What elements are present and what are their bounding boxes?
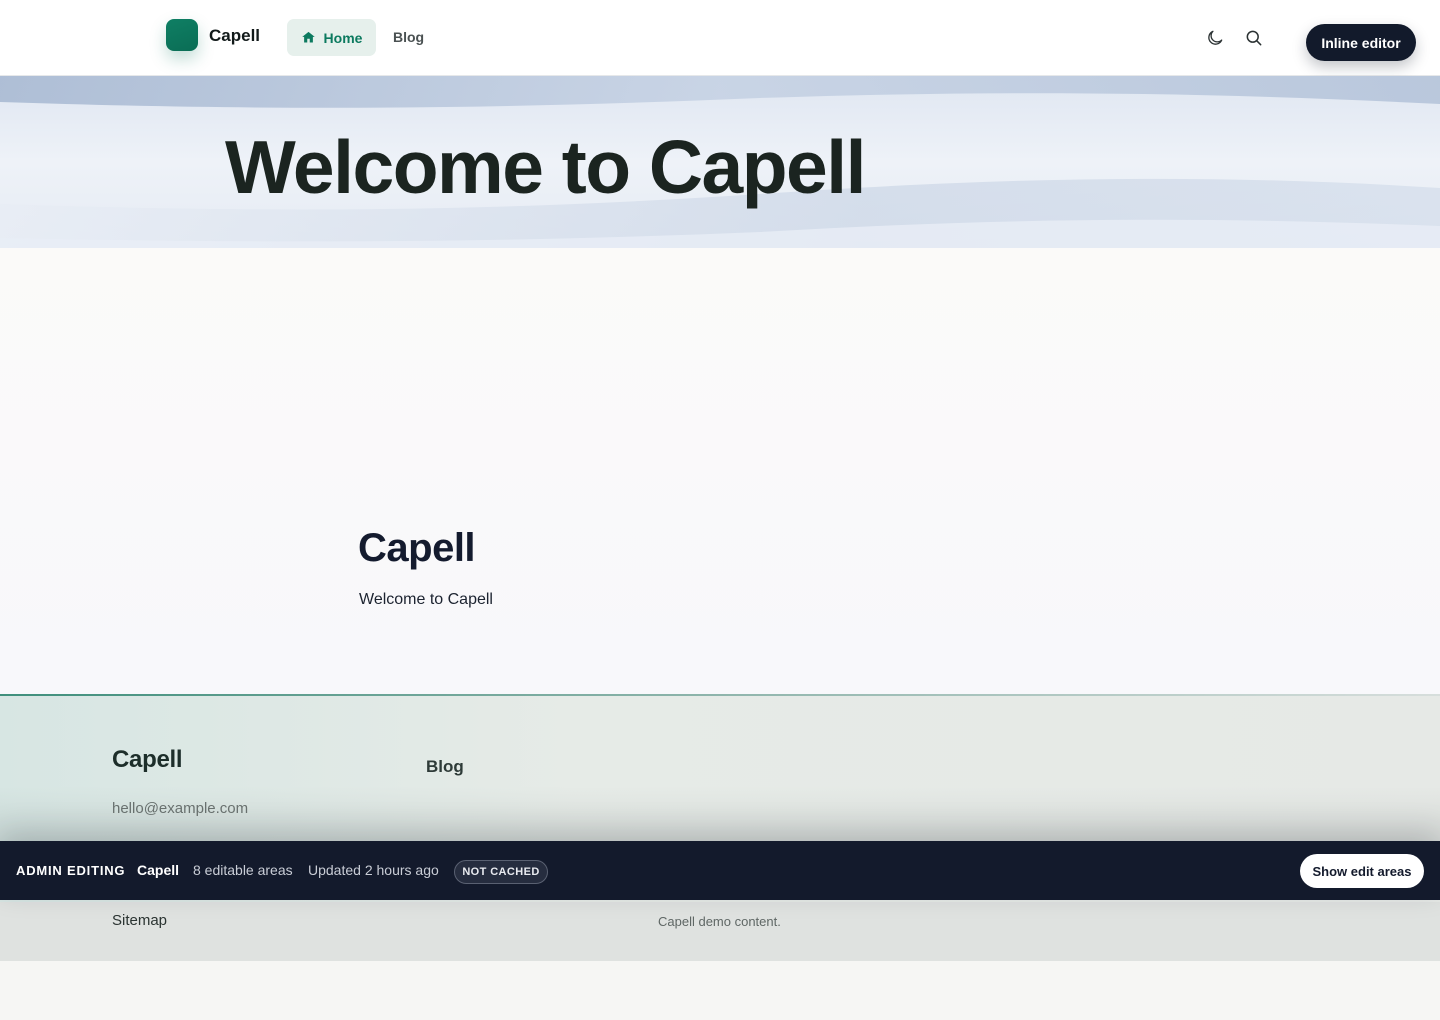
footer-brand: Capell (112, 746, 183, 773)
admin-editing-bar: ADMIN EDITING Capell 8 editable areas Up… (0, 841, 1440, 900)
main-content: Capell Welcome to Capell (0, 248, 1440, 694)
show-edit-areas-button[interactable]: Show edit areas (1300, 854, 1424, 888)
footer-blog-link[interactable]: Blog (426, 757, 464, 777)
page-bottom (0, 961, 1440, 1020)
footer-email[interactable]: hello@example.com (112, 800, 248, 817)
moon-icon (1208, 30, 1223, 45)
search-icon (1246, 30, 1262, 46)
site-header: Capell Home Blog Inline editor (0, 0, 1440, 76)
admin-editable-areas: 8 editable areas (193, 862, 293, 878)
admin-updated-time: Updated 2 hours ago (308, 862, 439, 878)
hero-banner: Welcome to Capell (0, 76, 1440, 248)
hero-title: Welcome to Capell (225, 125, 866, 209)
admin-label: ADMIN EDITING (16, 863, 126, 878)
content-title: Capell (358, 526, 476, 570)
admin-site-name: Capell (137, 862, 180, 878)
nav-blog[interactable]: Blog (393, 29, 424, 45)
home-icon (301, 31, 315, 43)
footer-sitemap-link[interactable]: Sitemap (112, 912, 167, 929)
nav-home[interactable]: Home (287, 19, 376, 56)
logo-text[interactable]: Capell (209, 26, 260, 46)
logo-mark[interactable] (166, 19, 198, 51)
theme-toggle-button[interactable] (1197, 20, 1233, 56)
footer-bottom-strip (0, 902, 1440, 961)
inline-editor-button[interactable]: Inline editor (1306, 24, 1416, 61)
footer-copy: Capell demo content. (658, 914, 781, 929)
search-button[interactable] (1236, 20, 1272, 56)
cache-status-badge: NOT CACHED (454, 860, 548, 884)
nav-home-label: Home (323, 29, 363, 46)
site-footer: Capell hello@example.com Blog Sitemap Ca… (0, 694, 1440, 961)
content-subtitle: Welcome to Capell (359, 591, 493, 608)
